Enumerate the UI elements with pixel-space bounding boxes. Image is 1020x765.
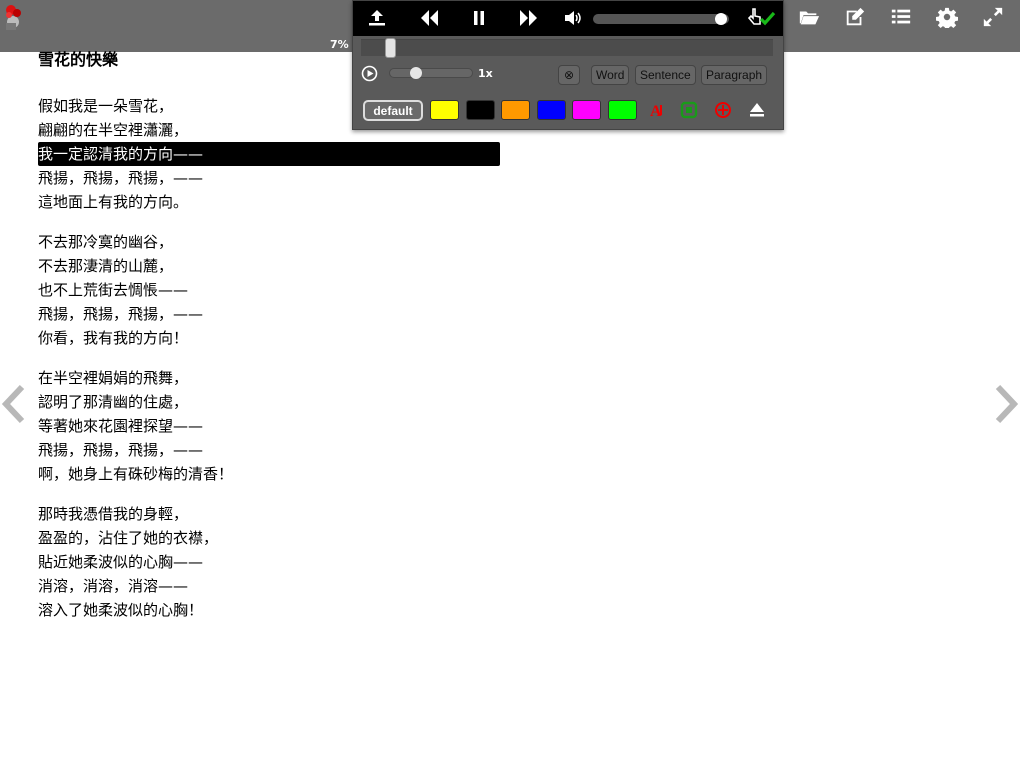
rewind-button[interactable] bbox=[415, 5, 443, 31]
chevron-left-icon bbox=[1, 384, 25, 424]
poem-line[interactable]: 你看，我有我的方向！ bbox=[38, 326, 508, 350]
poem-line[interactable]: 認明了那清幽的住處， bbox=[38, 390, 508, 414]
poem-line[interactable]: 翩翩的在半空裡瀟灑， bbox=[38, 118, 508, 142]
poem-line[interactable]: 飛揚，飛揚，飛揚，—— bbox=[38, 438, 508, 462]
chevron-right-icon bbox=[995, 384, 1019, 424]
poem-line[interactable]: 那時我憑借我的身輕， bbox=[38, 502, 508, 526]
poem-stanza: 在半空裡娟娟的飛舞， 認明了那清幽的住處， 等著她來花園裡探望—— 飛揚，飛揚，飛揚，… bbox=[38, 366, 508, 486]
poem-line[interactable]: 這地面上有我的方向。 bbox=[38, 190, 508, 214]
collapse-panel-button[interactable] bbox=[747, 100, 767, 120]
list-icon bbox=[891, 9, 911, 24]
volume-slider-handle[interactable] bbox=[714, 13, 727, 25]
previous-page-button[interactable] bbox=[0, 384, 30, 424]
hand-pointer-check-icon bbox=[747, 8, 776, 26]
text-color-button[interactable]: A bbox=[647, 100, 667, 120]
poem-line[interactable]: 盈盈的，沾住了她的衣襟， bbox=[38, 526, 508, 550]
eject-icon bbox=[750, 103, 764, 117]
folder-open-icon bbox=[799, 11, 820, 25]
fast-forward-button[interactable] bbox=[515, 5, 543, 31]
toc-button[interactable] bbox=[878, 0, 924, 34]
text-color-icon: A bbox=[650, 103, 662, 119]
remove-color-button[interactable] bbox=[713, 100, 733, 120]
background-color-icon bbox=[680, 101, 698, 119]
poem-line[interactable]: 我一定認清我的方向—— bbox=[38, 142, 500, 166]
mode-sentence-button[interactable]: Sentence bbox=[635, 65, 696, 85]
upload-button[interactable] bbox=[363, 5, 391, 31]
highlight-color-swatch[interactable] bbox=[607, 100, 637, 120]
poem-stanza: 假如我是一朵雪花， 翩翩的在半空裡瀟灑， 我一定認清我的方向—— 飛揚，飛揚，飛揚，—… bbox=[38, 94, 508, 214]
poem-line[interactable]: 也不上荒街去惆悵—— bbox=[38, 278, 508, 302]
upload-icon bbox=[369, 10, 385, 26]
gear-icon bbox=[936, 7, 958, 28]
click-to-read-button[interactable] bbox=[745, 5, 779, 31]
poem-line[interactable]: 飛揚，飛揚，飛揚，—— bbox=[38, 166, 508, 190]
settings-button[interactable] bbox=[924, 0, 970, 34]
open-file-button[interactable] bbox=[786, 0, 832, 34]
poem-line[interactable]: 在半空裡娟娟的飛舞， bbox=[38, 366, 508, 390]
edit-button[interactable] bbox=[832, 0, 878, 34]
player-controls bbox=[353, 1, 783, 36]
prohibited-icon bbox=[715, 102, 731, 118]
poem-line[interactable]: 溶入了她柔波似的心胸！ bbox=[38, 598, 508, 622]
poem-line[interactable]: 消溶，消溶，消溶—— bbox=[38, 574, 508, 598]
poem-stanza: 那時我憑借我的身輕， 盈盈的，沾住了她的衣襟， 貼近她柔波似的心胸—— 消溶，消溶，消… bbox=[38, 502, 508, 622]
rewind-icon bbox=[421, 10, 438, 26]
poem-line[interactable]: 不去那淒清的山麓， bbox=[38, 254, 508, 278]
app-logo-icon[interactable] bbox=[2, 2, 26, 32]
right-tools bbox=[786, 0, 1016, 34]
poem-stanza: 不去那冷寞的幽谷， 不去那淒清的山麓， 也不上荒街去惆悵—— 飛揚，飛揚，飛揚，—— 你… bbox=[38, 230, 508, 350]
fast-forward-icon bbox=[520, 10, 537, 26]
highlight-color-swatch[interactable] bbox=[572, 100, 601, 120]
poem-line[interactable]: 假如我是一朵雪花， bbox=[38, 94, 508, 118]
volume-icon bbox=[565, 11, 581, 25]
fullscreen-button[interactable] bbox=[970, 0, 1016, 34]
mode-word-button[interactable]: Word bbox=[591, 65, 630, 85]
reading-content: 雪花的快樂 假如我是一朵雪花， 翩翩的在半空裡瀟灑， 我一定認清我的方向—— 飛揚，飛… bbox=[38, 48, 508, 638]
highlight-color-swatch[interactable] bbox=[536, 100, 566, 120]
mode-paragraph-button[interactable]: Paragraph bbox=[701, 65, 768, 85]
poem-line[interactable]: 啊，她身上有硃砂梅的清香！ bbox=[38, 462, 508, 486]
background-color-button[interactable] bbox=[679, 100, 699, 120]
next-page-button[interactable] bbox=[990, 384, 1020, 424]
edit-icon bbox=[846, 7, 865, 26]
poem-line[interactable]: 飛揚，飛揚，飛揚，—— bbox=[38, 302, 508, 326]
poem-line[interactable]: 不去那冷寞的幽谷， bbox=[38, 230, 508, 254]
volume-slider[interactable] bbox=[593, 13, 729, 25]
poem-title: 雪花的快樂 bbox=[38, 50, 119, 69]
poem-line[interactable]: 等著她來花園裡探望—— bbox=[38, 414, 508, 438]
poem-line[interactable]: 貼近她柔波似的心胸—— bbox=[38, 550, 508, 574]
pause-icon bbox=[474, 11, 484, 25]
pause-button[interactable] bbox=[465, 5, 493, 31]
clear-highlight-button[interactable]: ⊗ bbox=[558, 65, 580, 85]
volume-button[interactable] bbox=[559, 5, 587, 31]
fullscreen-icon bbox=[983, 7, 1003, 27]
